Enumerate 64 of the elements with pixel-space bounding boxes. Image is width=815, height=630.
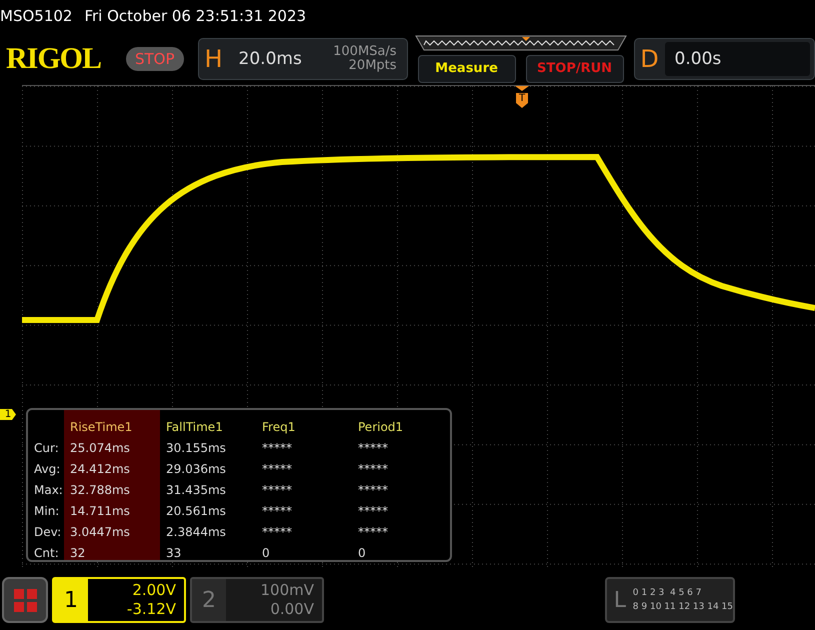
delay-panel[interactable]: D 0.00s [634,38,815,80]
horizontal-panel[interactable]: H 20.0ms 100MSa/s 20Mpts [198,38,408,80]
table-cell-text: 0 [261,544,271,562]
table-cell-text: ***** [357,460,389,478]
table-cell-text: ***** [357,482,389,498]
delay-value: 0.00s [664,42,810,76]
model-name: MSO5102 [0,7,72,25]
table-cell-text: 25.074ms [69,440,131,456]
channel-offset: -3.12V [126,600,176,619]
table-cell-text: ***** [357,524,389,540]
home-button[interactable] [2,577,48,623]
row-label: Max: [33,482,64,498]
logic-bits: 0 1 2 3 4 5 6 7 [632,587,702,600]
logic-label: L [612,588,628,612]
column-header[interactable]: Period1 [354,416,450,437]
table-cell-text: 20.561ms [165,502,227,520]
table-cell-text: ***** [261,482,293,498]
channel-number: 2 [192,579,226,621]
table-cell-text: ***** [357,502,389,520]
memory-waveform-icon [414,34,628,50]
table-cell-text: ***** [261,524,293,540]
table-cell-text: 32.788ms [69,482,131,498]
channel-marker[interactable]: 1 [0,409,16,420]
measure-button[interactable]: Measure [418,54,516,82]
channel-offset: 0.00V [270,600,314,619]
timebase-value: 20.0ms [238,48,302,68]
table-cell-text: 24.412ms [69,460,131,478]
row-label: Dev: [33,524,62,540]
table-cell-text: 32 [69,544,86,562]
table-cell-text: ***** [261,460,293,478]
column-header[interactable]: Freq1 [258,416,354,437]
channel-panel[interactable]: 2 100mV 0.00V [190,577,324,623]
table-cell-text: 33 [165,544,182,562]
channel-panel[interactable]: 1 2.00V -3.12V [52,577,186,623]
table-cell-text: 2.3844ms [165,524,227,540]
row-label: Avg: [33,460,62,478]
column-header[interactable]: FallTime1 [162,416,258,437]
logic-bits: 8 9 10 11 12 13 14 15 [632,601,733,614]
delay-label: D [639,44,660,72]
row-label: Cur: [33,440,60,456]
horizontal-label: H [204,44,224,72]
run-state-badge: STOP [126,46,184,70]
brand-logo: RIGOL [6,42,102,76]
trigger-marker: T [518,93,526,103]
row-label: Cnt: [33,544,60,562]
column-header[interactable]: RiseTime1 [66,416,162,437]
channel-scale: 100mV [260,581,314,600]
table-cell-text: 0 [357,544,367,562]
memory-depth: 20Mpts [348,58,397,72]
table-cell-text: 29.036ms [165,460,227,478]
channel-number: 1 [54,579,88,621]
channel-scale: 2.00V [132,581,176,600]
table-cell-text: ***** [261,440,293,456]
stop-run-button[interactable]: STOP/RUN [526,54,624,82]
table-cell-text: 31.435ms [165,482,227,498]
table-cell-text: ***** [261,502,293,520]
table-cell-text: 30.155ms [165,440,227,456]
sample-rate: 100MSa/s [333,44,397,58]
row-label: Min: [33,502,60,520]
table-cell-text: 3.0447ms [69,524,131,540]
trigger-position-icon [515,86,529,108]
table-cell-text: 14.711ms [69,502,131,520]
table-cell-text: ***** [357,440,389,456]
date-time: Fri October 06 23:51:31 2023 [84,7,306,25]
